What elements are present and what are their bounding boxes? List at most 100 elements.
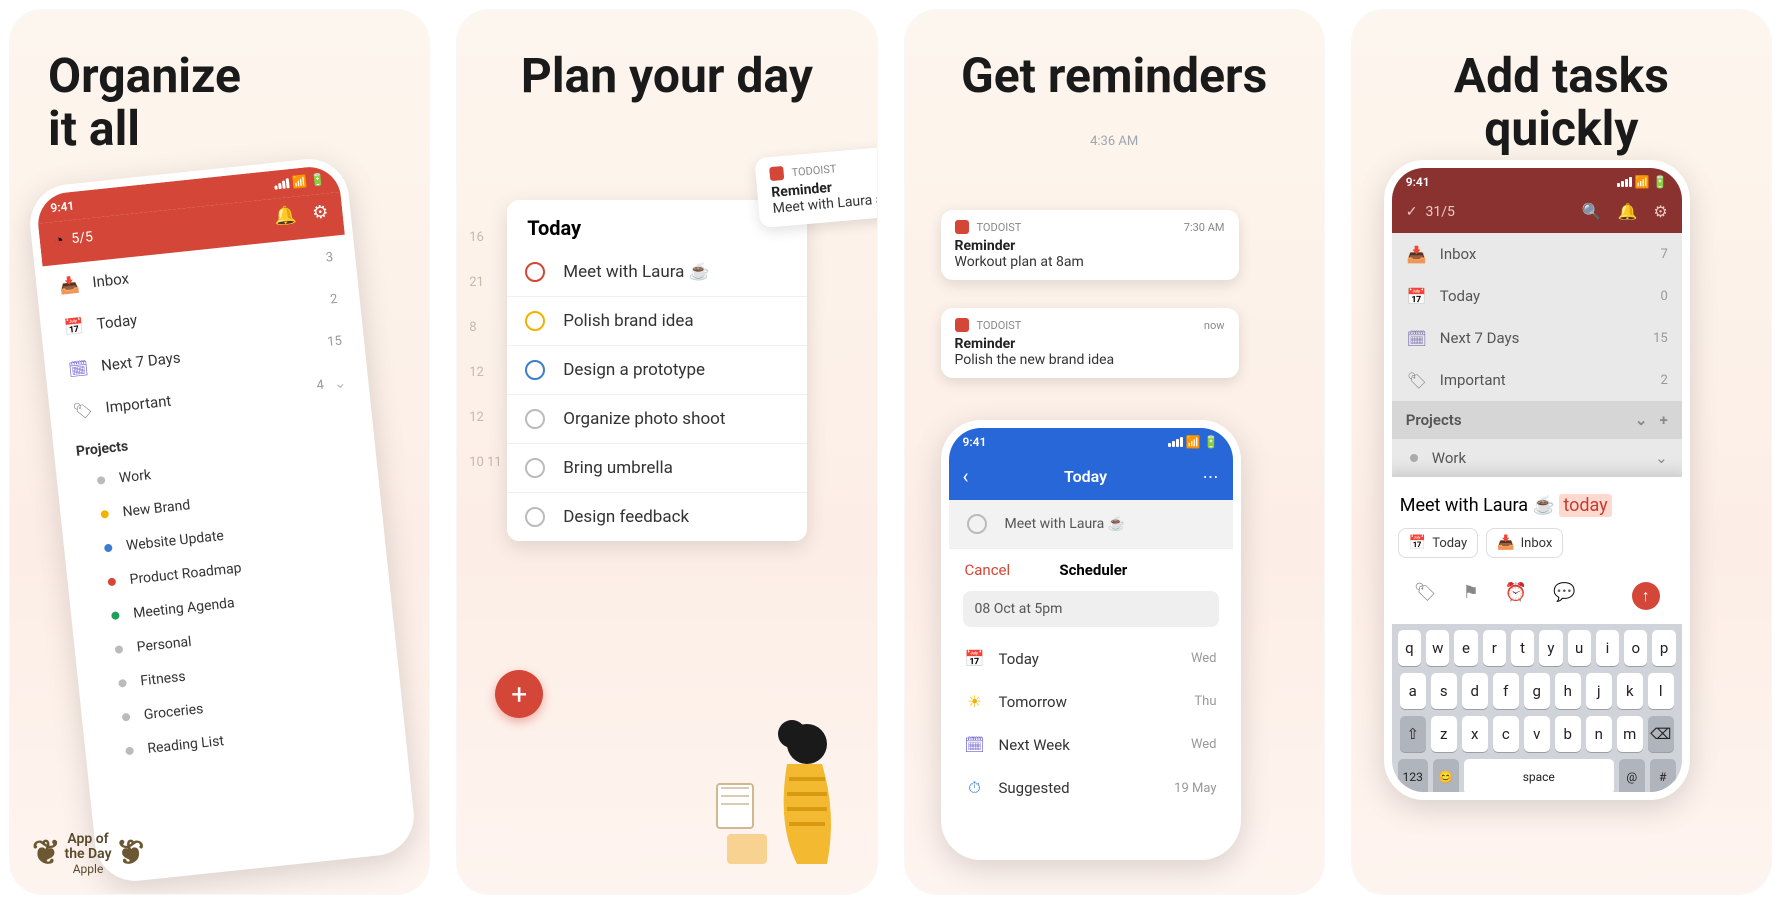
key-s[interactable]: s bbox=[1431, 673, 1457, 709]
bell-icon[interactable]: 🔔 bbox=[1617, 202, 1637, 221]
key-123[interactable]: 123 bbox=[1398, 759, 1428, 795]
key-l[interactable]: l bbox=[1648, 673, 1674, 709]
projects-header[interactable]: Projects ⌄ + bbox=[1392, 401, 1682, 439]
key-p[interactable]: p bbox=[1652, 630, 1675, 666]
panel-title-3: Get reminders bbox=[905, 10, 1324, 103]
nav-count: 2 bbox=[1660, 373, 1667, 388]
notification-1[interactable]: TODOIST7:30 AM Reminder Workout plan at … bbox=[941, 210, 1239, 280]
header: ✓ 31/5 🔍 🔔 ⚙ bbox=[1392, 196, 1682, 233]
sched-nextweek[interactable]: 🗓Next WeekWed bbox=[949, 723, 1233, 766]
key-u[interactable]: u bbox=[1568, 630, 1591, 666]
nav-count: 0 bbox=[1660, 289, 1667, 304]
key-w[interactable]: w bbox=[1426, 630, 1449, 666]
key-f[interactable]: f bbox=[1493, 673, 1519, 709]
key-n[interactable]: n bbox=[1586, 716, 1612, 752]
nav-today[interactable]: 📅Today0 bbox=[1392, 275, 1682, 317]
key-backspace[interactable]: ⌫ bbox=[1648, 716, 1674, 752]
nav-important[interactable]: 🏷Important2 bbox=[1392, 359, 1682, 401]
task-label: Bring umbrella bbox=[563, 458, 673, 478]
panel-title-2: Plan your day bbox=[457, 10, 876, 103]
chevron-down-icon[interactable]: ⌄ bbox=[333, 373, 347, 392]
task-input[interactable]: Meet with Laura ☕ today bbox=[1398, 491, 1676, 528]
status-icons: 📶🔋 bbox=[1617, 175, 1668, 189]
comment-icon[interactable]: 💬 bbox=[1553, 582, 1575, 610]
status-time: 9:41 bbox=[1406, 175, 1430, 189]
tag-icon[interactable]: 🏷 bbox=[1414, 582, 1437, 610]
nav-inbox[interactable]: 📥Inbox7 bbox=[1392, 233, 1682, 275]
key-t[interactable]: t bbox=[1511, 630, 1534, 666]
laurel-left-icon: ❦ bbox=[32, 842, 61, 866]
key-x[interactable]: x bbox=[1462, 716, 1488, 752]
phone-scheduler: 9:41 📶🔋 ‹ Today ⋯ Meet with Laura ☕ Canc… bbox=[941, 420, 1241, 860]
sched-today[interactable]: 📅TodayWed bbox=[949, 637, 1233, 680]
add-task-fab[interactable]: + bbox=[495, 670, 543, 718]
key-h[interactable]: h bbox=[1555, 673, 1581, 709]
key-m[interactable]: m bbox=[1617, 716, 1643, 752]
task-row[interactable]: Design a prototype bbox=[507, 346, 807, 395]
key-y[interactable]: y bbox=[1539, 630, 1562, 666]
nav-label: Today bbox=[96, 311, 138, 333]
chip-today[interactable]: 📅Today bbox=[1398, 528, 1478, 558]
cancel-button[interactable]: Cancel bbox=[965, 561, 1011, 579]
key-shift[interactable]: ⇧ bbox=[1400, 716, 1426, 752]
back-icon[interactable]: ‹ bbox=[963, 464, 969, 488]
key-space[interactable]: space bbox=[1464, 759, 1614, 795]
project-work[interactable]: Work⌄ bbox=[1392, 439, 1682, 477]
nav-label: Inbox bbox=[1440, 245, 1477, 263]
bell-icon[interactable]: 🔔 bbox=[273, 205, 297, 228]
task-row[interactable]: Meet with Laura ☕ bbox=[507, 248, 807, 297]
award-line2: the Day bbox=[65, 847, 112, 862]
floating-notification[interactable]: TODOIST Reminder Meet with Laura at 5pm bbox=[754, 142, 877, 228]
key-at[interactable]: @ bbox=[1619, 759, 1645, 795]
key-j[interactable]: j bbox=[1586, 673, 1612, 709]
panel-title-1: Organize it all bbox=[10, 10, 429, 156]
flag-icon[interactable]: ⚑ bbox=[1463, 582, 1479, 610]
gear-icon[interactable]: ⚙ bbox=[1653, 202, 1667, 221]
more-icon[interactable]: ⋯ bbox=[1203, 467, 1219, 486]
date-chip[interactable]: 08 Oct at 5pm bbox=[963, 591, 1219, 627]
search-icon[interactable]: 🔍 bbox=[1582, 202, 1602, 221]
award-line3: Apple bbox=[65, 863, 112, 876]
chip-inbox[interactable]: 📥Inbox bbox=[1486, 528, 1563, 558]
header: ‹ Today ⋯ bbox=[949, 456, 1233, 500]
key-r[interactable]: r bbox=[1483, 630, 1506, 666]
key-hash[interactable]: # bbox=[1650, 759, 1676, 795]
key-c[interactable]: c bbox=[1493, 716, 1519, 752]
submit-button[interactable]: ↑ bbox=[1632, 582, 1660, 610]
notification-2[interactable]: TODOISTnow Reminder Polish the new brand… bbox=[941, 308, 1239, 378]
task-row[interactable]: Organize photo shoot bbox=[507, 395, 807, 444]
task-row[interactable]: Bring umbrella bbox=[507, 444, 807, 493]
notif-time: now bbox=[1204, 319, 1225, 332]
alarm-icon[interactable]: ⏰ bbox=[1505, 582, 1527, 610]
key-row-4: 123 😊 space @ # bbox=[1398, 759, 1676, 795]
proj-label: Meeting Agenda bbox=[132, 595, 235, 622]
gear-icon[interactable]: ⚙ bbox=[311, 201, 329, 224]
key-a[interactable]: a bbox=[1400, 673, 1426, 709]
key-i[interactable]: i bbox=[1596, 630, 1619, 666]
key-b[interactable]: b bbox=[1555, 716, 1581, 752]
nav-next7[interactable]: 🗓Next 7 Days15 bbox=[1392, 317, 1682, 359]
key-o[interactable]: o bbox=[1624, 630, 1647, 666]
task-row[interactable]: Polish brand idea bbox=[507, 297, 807, 346]
illustration-person bbox=[707, 684, 867, 884]
key-g[interactable]: g bbox=[1524, 673, 1550, 709]
key-d[interactable]: d bbox=[1462, 673, 1488, 709]
award-line1: App of bbox=[65, 832, 112, 847]
key-k[interactable]: k bbox=[1617, 673, 1643, 709]
sched-suggested[interactable]: ⏱Suggested19 May bbox=[949, 766, 1233, 810]
productivity-icon: ◔ bbox=[53, 230, 65, 251]
key-emoji[interactable]: 😊 bbox=[1433, 759, 1459, 795]
sched-tomorrow[interactable]: ☀TomorrowThu bbox=[949, 680, 1233, 723]
sched-label: Tomorrow bbox=[999, 693, 1067, 711]
chevron-down-icon[interactable]: ⌄ bbox=[1655, 449, 1668, 467]
selected-task[interactable]: Meet with Laura ☕ bbox=[949, 500, 1233, 549]
key-v[interactable]: v bbox=[1524, 716, 1550, 752]
key-q[interactable]: q bbox=[1398, 630, 1421, 666]
key-e[interactable]: e bbox=[1454, 630, 1477, 666]
plus-icon[interactable]: + bbox=[1660, 411, 1668, 429]
notif-title: Reminder bbox=[955, 238, 1225, 254]
task-row[interactable]: Design feedback bbox=[507, 493, 807, 541]
chevron-down-icon[interactable]: ⌄ bbox=[1635, 411, 1648, 429]
proj-label: Product Roadmap bbox=[129, 560, 242, 588]
key-z[interactable]: z bbox=[1431, 716, 1457, 752]
